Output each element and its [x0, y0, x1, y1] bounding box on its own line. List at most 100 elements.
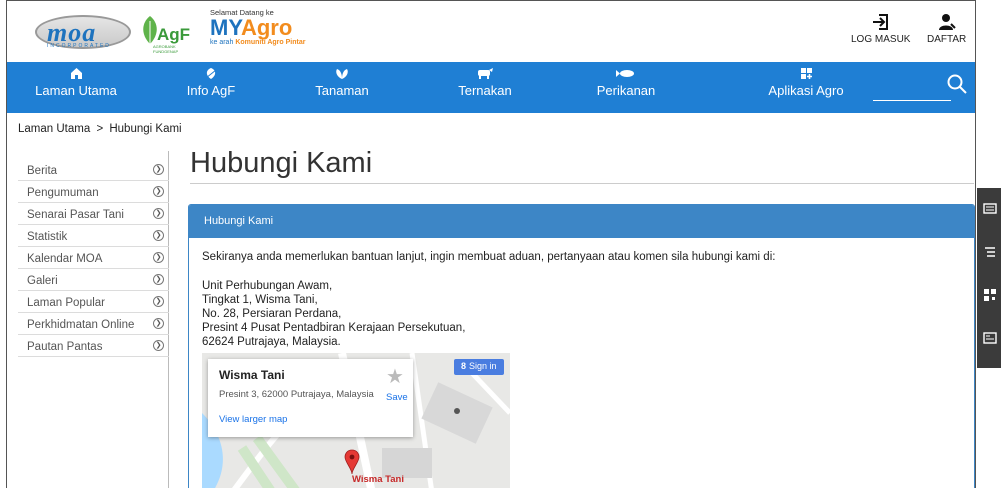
panel-header: Hubungi Kami [189, 205, 974, 238]
address-line: Unit Perhubungan Awam, [202, 280, 333, 292]
home-icon [70, 68, 82, 79]
nav-search[interactable] [873, 74, 969, 102]
nav-label: Tanaman [315, 83, 369, 98]
map-sign-in-button[interactable]: 8 Sign in [454, 359, 504, 375]
embedded-map[interactable]: Wisma Tani Presint 3, 62000 Putrajaya, M… [202, 353, 510, 488]
chevron-right-icon: ❯ [153, 296, 164, 307]
sidebar-item-label: Kalendar MOA [27, 253, 103, 265]
nav-item-perikanan[interactable]: Perikanan [591, 62, 661, 113]
nav-label: Info AgF [186, 83, 236, 98]
sidebar-item-label: Pengumuman [27, 187, 99, 199]
nav-item-ternakan[interactable]: Ternakan [453, 62, 517, 113]
sidebar-item-senarai-pasar-tani[interactable]: Senarai Pasar Tani ❯ [18, 203, 169, 225]
moa-logo-subtext: INCORPORATED [47, 43, 111, 49]
list-icon[interactable] [983, 245, 997, 259]
sidebar-item-label: Laman Popular [27, 297, 105, 309]
login-icon [872, 14, 888, 30]
livestock-icon [478, 68, 493, 79]
sidebar-item-berita[interactable]: Berita ❯ [18, 159, 169, 181]
tagline-prefix: ke arah [210, 39, 234, 46]
sidebar-item-pautan-pantas[interactable]: Pautan Pantas ❯ [18, 335, 169, 357]
register-button[interactable]: DAFTAR [927, 13, 966, 45]
page-title: Hubungi Kami [190, 147, 373, 179]
address-line: No. 28, Persiaran Perdana, [202, 308, 342, 320]
login-label: LOG MASUK [851, 34, 911, 45]
agf-icon [205, 68, 217, 79]
keyboard-icon[interactable] [983, 202, 997, 216]
sidebar-item-pengumuman[interactable]: Pengumuman ❯ [18, 181, 169, 203]
agf-logo-subtext: AGROBANK FUNDGENAP [153, 44, 179, 54]
apps-icon [800, 68, 812, 79]
sidebar-item-label: Statistik [27, 231, 68, 243]
accessibility-toolbar [977, 188, 1001, 368]
nav-item-aplikasi-agro[interactable]: Aplikasi Agro [766, 62, 846, 113]
breadcrumb-separator: > [96, 123, 104, 135]
brand-agro: Agro [240, 15, 293, 40]
nav-label: Laman Utama [35, 83, 117, 98]
chevron-right-icon: ❯ [153, 318, 164, 329]
sidebar-item-label: Pautan Pantas [27, 341, 103, 353]
sidebar: Berita ❯ Pengumuman ❯ Senarai Pasar Tani ❯ … [18, 159, 169, 357]
sidebar-item-label: Galeri [27, 275, 58, 287]
sidebar-item-label: Perkhidmatan Online [27, 319, 135, 331]
title-divider [190, 183, 974, 184]
map-info-card: Wisma Tani Presint 3, 62000 Putrajaya, M… [208, 359, 413, 437]
map-place-address: Presint 3, 62000 Putrajaya, Malaysia [219, 389, 374, 400]
map-marker-label: Wisma Tani [352, 474, 404, 485]
chevron-right-icon: ❯ [153, 230, 164, 241]
breadcrumb: Laman Utama > Hubungi Kami [18, 123, 182, 135]
nav-label: Perikanan [596, 83, 656, 98]
chevron-right-icon: ❯ [153, 208, 164, 219]
qr-code-icon[interactable] [983, 288, 997, 302]
moa-logo[interactable]: moa INCORPORATED [35, 15, 131, 49]
plant-icon [336, 69, 348, 79]
chevron-right-icon: ❯ [153, 164, 164, 175]
user-add-icon [938, 14, 956, 30]
address-line: 62624 Putrajaya, Malaysia. [202, 336, 341, 348]
fish-icon [616, 70, 634, 77]
login-button[interactable]: LOG MASUK [851, 13, 910, 45]
nav-item-info-agf[interactable]: Info AgF [181, 62, 241, 113]
map-save-button[interactable]: Save [386, 392, 408, 403]
news-icon[interactable] [983, 331, 997, 345]
sidebar-item-perkhidmatan-online[interactable]: Perkhidmatan Online ❯ [18, 313, 169, 335]
chevron-right-icon: ❯ [153, 274, 164, 285]
agf-logo[interactable]: AgF AGROBANK FUNDGENAP [135, 11, 197, 54]
nav-label: Aplikasi Agro [768, 83, 844, 98]
brand-my: MY [210, 15, 241, 40]
sidebar-item-kalendar-moa[interactable]: Kalendar MOA ❯ [18, 247, 169, 269]
contact-address: Unit Perhubungan Awam, Tingkat 1, Wisma … [202, 279, 974, 349]
view-larger-map-link[interactable]: View larger map [219, 414, 287, 425]
main-nav: Laman Utama Info AgF Tanaman Ternakan Pe… [7, 62, 975, 113]
browser-page: moa INCORPORATED AgF AGROBANK FUNDGENAP … [6, 0, 976, 488]
search-icon[interactable] [947, 74, 967, 94]
contact-panel: Hubungi Kami Sekiranya anda memerlukan b… [188, 204, 975, 488]
map-marker-icon[interactable] [344, 449, 360, 475]
panel-body: Sekiranya anda memerlukan bantuan lanjut… [189, 238, 974, 488]
breadcrumb-current: Hubungi Kami [109, 123, 182, 135]
address-line: Presint 4 Pusat Pentadbiran Kerajaan Per… [202, 322, 466, 334]
chevron-right-icon: ❯ [153, 340, 164, 351]
google-plus-icon: 8 [461, 361, 467, 371]
address-line: Tingkat 1, Wisma Tani, [202, 294, 318, 306]
myagro-logo[interactable]: Selamat Datang ke MYAgro ke arah Komunit… [210, 8, 305, 46]
sidebar-item-statistik[interactable]: Statistik ❯ [18, 225, 169, 247]
sidebar-item-label: Senarai Pasar Tani [27, 209, 124, 221]
sign-in-label: Sign in [469, 361, 497, 371]
breadcrumb-home[interactable]: Laman Utama [18, 123, 90, 135]
agf-logo-text: AgF [157, 25, 191, 44]
nav-label: Ternakan [458, 83, 512, 98]
sidebar-item-laman-popular[interactable]: Laman Popular ❯ [18, 291, 169, 313]
nav-item-tanaman[interactable]: Tanaman [312, 62, 372, 113]
tagline-bold: Komuniti Agro Pintar [235, 39, 306, 46]
nav-item-laman-utama[interactable]: Laman Utama [33, 62, 119, 113]
map-place-name: Wisma Tani [219, 368, 285, 382]
register-label: DAFTAR [927, 34, 967, 45]
sidebar-item-label: Berita [27, 165, 58, 177]
contact-intro: Sekiranya anda memerlukan bantuan lanjut… [202, 251, 776, 263]
site-header: moa INCORPORATED AgF AGROBANK FUNDGENAP … [7, 1, 975, 62]
sidebar-item-galeri[interactable]: Galeri ❯ [18, 269, 169, 291]
star-icon[interactable]: ★ [386, 364, 404, 389]
chevron-right-icon: ❯ [153, 252, 164, 263]
chevron-right-icon: ❯ [153, 186, 164, 197]
